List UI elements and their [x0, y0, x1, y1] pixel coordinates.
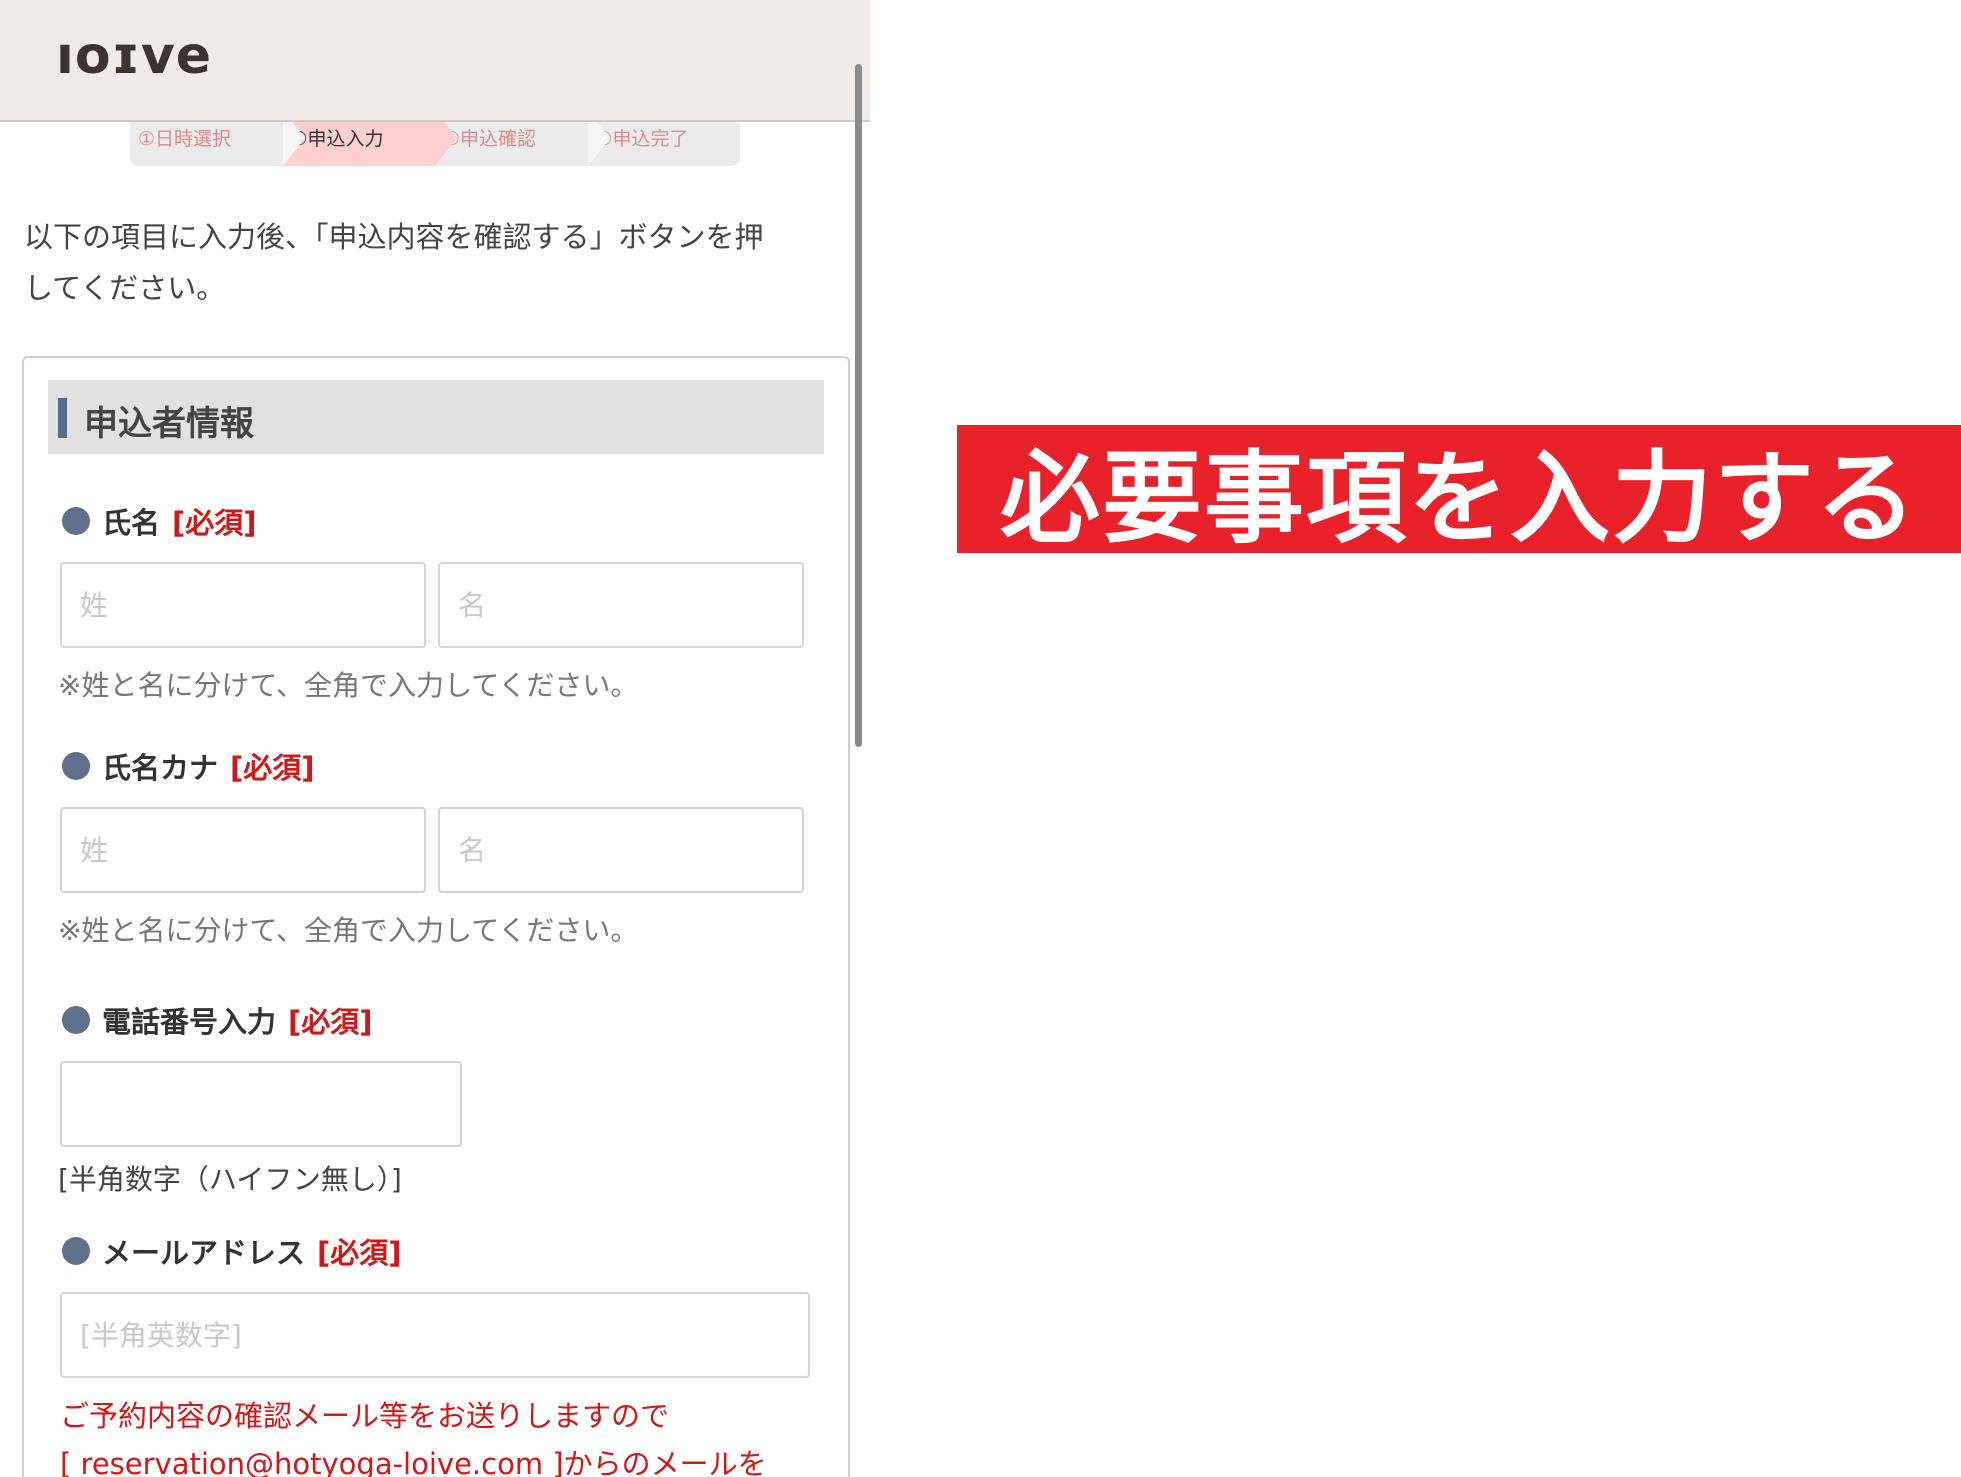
email-input[interactable]	[60, 1292, 810, 1378]
kana-note: ※姓と名に分けて、全角で入力してください。	[58, 914, 639, 947]
section-title: 申込者情報	[84, 404, 254, 444]
first-name-input[interactable]	[438, 562, 804, 648]
intro-text: 以下の項目に入力後、「申込内容を確認する」ボタンを押 してください。	[24, 212, 854, 314]
email-warning-line-2: [ reservation@hotyoga-loive.com ]からのメールを	[60, 1447, 767, 1477]
first-name-kana-input[interactable]	[438, 807, 804, 893]
name-label: 氏名 [必須]	[62, 500, 257, 542]
intro-line-2: してください。	[24, 271, 226, 305]
banner-text: 必要事項を入力する	[1000, 439, 1918, 557]
last-name-input[interactable]	[60, 562, 426, 648]
instruction-banner: 必要事項を入力する	[957, 425, 1961, 557]
name-label-text: 氏名	[102, 506, 161, 540]
kana-label: 氏名カナ [必須]	[62, 745, 315, 787]
phone-note: [半角数字（ハイフン無し）]	[58, 1163, 402, 1196]
last-name-kana-input[interactable]	[60, 807, 426, 893]
site-header: ıoɪve	[0, 0, 870, 122]
bullet-icon	[62, 507, 90, 535]
step-label: ①日時選択	[138, 128, 232, 150]
bullet-icon	[62, 752, 90, 780]
email-warning-line-1: ご予約内容の確認メール等をお送りしますので	[60, 1399, 670, 1433]
email-label: メールアドレス [必須]	[62, 1230, 402, 1272]
section-accent-bar	[58, 398, 67, 438]
applicant-form: 申込者情報 氏名 [必須] ※姓と名に分けて、全角で入力してください。 氏名カナ…	[22, 356, 850, 1477]
phone-screen: ıoɪve ①日時選択 ②申込入力 ③申込確認 ④申込完了 以下の項目に入力後、…	[0, 0, 870, 1477]
phone-label-text: 電話番号入力	[102, 1005, 277, 1039]
phone-label: 電話番号入力 [必須]	[62, 999, 373, 1041]
email-warning: ご予約内容の確認メール等をお送りしますので [ reservation@hoty…	[60, 1392, 767, 1477]
required-badge: [必須]	[317, 1236, 402, 1270]
kana-label-text: 氏名カナ	[102, 751, 219, 785]
phone-input[interactable]	[60, 1061, 462, 1147]
required-badge: [必須]	[172, 506, 257, 540]
scrollbar[interactable]	[855, 64, 862, 747]
bullet-icon	[62, 1237, 90, 1265]
required-badge: [必須]	[230, 751, 315, 785]
required-badge: [必須]	[288, 1005, 373, 1039]
name-note: ※姓と名に分けて、全角で入力してください。	[58, 669, 639, 702]
bullet-icon	[62, 1006, 90, 1034]
loive-logo[interactable]: ıoɪve	[56, 26, 212, 86]
section-header: 申込者情報	[48, 380, 824, 454]
email-label-text: メールアドレス	[102, 1236, 306, 1270]
intro-line-1: 以下の項目に入力後、「申込内容を確認する」ボタンを押	[24, 220, 764, 254]
